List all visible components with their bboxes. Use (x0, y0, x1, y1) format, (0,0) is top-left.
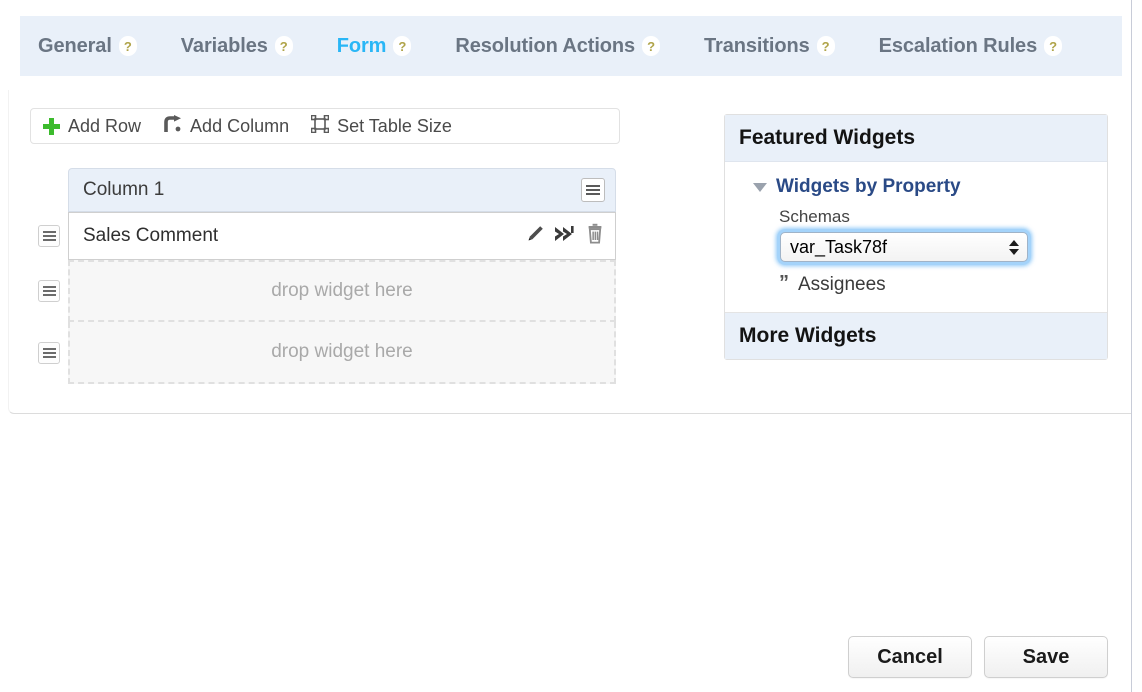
tab-escalation-rules[interactable]: Escalation Rules ? (878, 34, 1063, 58)
drag-handle-icon[interactable] (38, 225, 60, 247)
pencil-icon[interactable] (525, 224, 545, 249)
dropzone-label: drop widget here (271, 280, 413, 301)
row-handle-cell (38, 322, 68, 384)
add-column-button[interactable]: Add Column (163, 114, 290, 138)
tab-general[interactable]: General ? (38, 35, 137, 58)
widgets-by-property-label: Widgets by Property (776, 176, 961, 197)
set-table-size-label: Set Table Size (337, 115, 452, 136)
cancel-button[interactable]: Cancel (848, 636, 972, 678)
row-handle-cell (38, 260, 68, 322)
table-row: drop widget here (38, 260, 616, 322)
table-row: drop widget here (38, 322, 616, 384)
table-column-header-row: Column 1 (68, 168, 616, 212)
widget-actions (525, 223, 605, 249)
widget-dropzone[interactable]: drop widget here (68, 322, 616, 384)
widget-item-label: Assignees (798, 274, 886, 295)
tab-resolution-actions-label: Resolution Actions (455, 34, 636, 57)
form-toolbar: Add Row Add Column Set Table Size (30, 108, 620, 144)
column-header-cell[interactable]: Column 1 (68, 168, 616, 212)
column-header-label: Column 1 (83, 179, 165, 200)
plus-icon (43, 117, 60, 135)
tab-variables-label: Variables (180, 34, 268, 57)
widget-label: Sales Comment (83, 225, 219, 246)
featured-widgets-header[interactable]: Featured Widgets (725, 115, 1107, 162)
table-row: Sales Comment (38, 212, 616, 260)
move-icon[interactable] (554, 224, 576, 249)
widget-item-assignees[interactable]: ” Assignees (779, 272, 1093, 296)
set-table-size-button[interactable]: Set Table Size (310, 114, 452, 138)
schemas-select[interactable]: var_Task78f (777, 229, 1031, 265)
resize-icon (310, 114, 330, 138)
schemas-label: Schemas (779, 207, 850, 226)
help-icon[interactable]: ? (118, 36, 137, 56)
tab-escalation-rules-label: Escalation Rules (878, 34, 1038, 57)
help-icon[interactable]: ? (816, 36, 835, 56)
schemas-select-value: var_Task78f (790, 236, 888, 257)
form-designer-root: General ? Variables ? Form ? Resolution … (0, 0, 1142, 692)
widget-cell[interactable]: Sales Comment (68, 212, 616, 260)
footer-actions: Cancel Save (848, 636, 1108, 678)
help-icon[interactable]: ? (393, 36, 412, 56)
dropzone-label: drop widget here (271, 341, 413, 362)
panel-right-border (1131, 0, 1132, 692)
caret-down-icon[interactable] (753, 182, 767, 192)
tab-variables[interactable]: Variables ? (181, 35, 293, 58)
help-icon[interactable]: ? (1044, 36, 1063, 56)
widget-panel: Featured Widgets Widgets by Property Sch… (724, 114, 1108, 360)
widget-dropzone[interactable]: drop widget here (68, 260, 616, 322)
help-icon[interactable]: ? (274, 36, 293, 56)
tab-bar: General ? Variables ? Form ? Resolution … (20, 16, 1122, 76)
trash-icon[interactable] (585, 223, 605, 249)
featured-widgets-body: Widgets by Property Schemas var_Task78f … (725, 162, 1107, 312)
save-button[interactable]: Save (984, 636, 1108, 678)
tab-form[interactable]: Form ? (337, 35, 412, 58)
tab-general-label: General (38, 34, 112, 57)
add-row-button[interactable]: Add Row (43, 116, 141, 137)
add-column-label: Add Column (190, 115, 290, 136)
tab-resolution-actions[interactable]: Resolution Actions ? (455, 34, 661, 58)
tab-transitions[interactable]: Transitions ? (704, 35, 835, 58)
add-column-icon (163, 114, 182, 138)
form-layout-table: Column 1 Sales Comment drop widget here … (38, 168, 616, 384)
hamburger-menu-icon[interactable] (581, 178, 605, 202)
drag-handle-icon[interactable] (38, 280, 60, 302)
widgets-by-property-toggle[interactable]: Widgets by Property (753, 176, 1093, 198)
row-handle-cell (38, 212, 68, 260)
add-row-label: Add Row (68, 115, 142, 136)
drag-handle-icon[interactable] (38, 342, 60, 364)
schemas-select-inner[interactable]: var_Task78f (780, 232, 1028, 262)
more-widgets-header[interactable]: More Widgets (725, 312, 1107, 359)
tab-form-label: Form (336, 34, 387, 57)
quote-icon: ” (779, 272, 789, 294)
help-icon[interactable]: ? (642, 36, 661, 56)
tab-transitions-label: Transitions (704, 34, 810, 57)
stepper-arrows-icon[interactable] (1009, 239, 1019, 255)
